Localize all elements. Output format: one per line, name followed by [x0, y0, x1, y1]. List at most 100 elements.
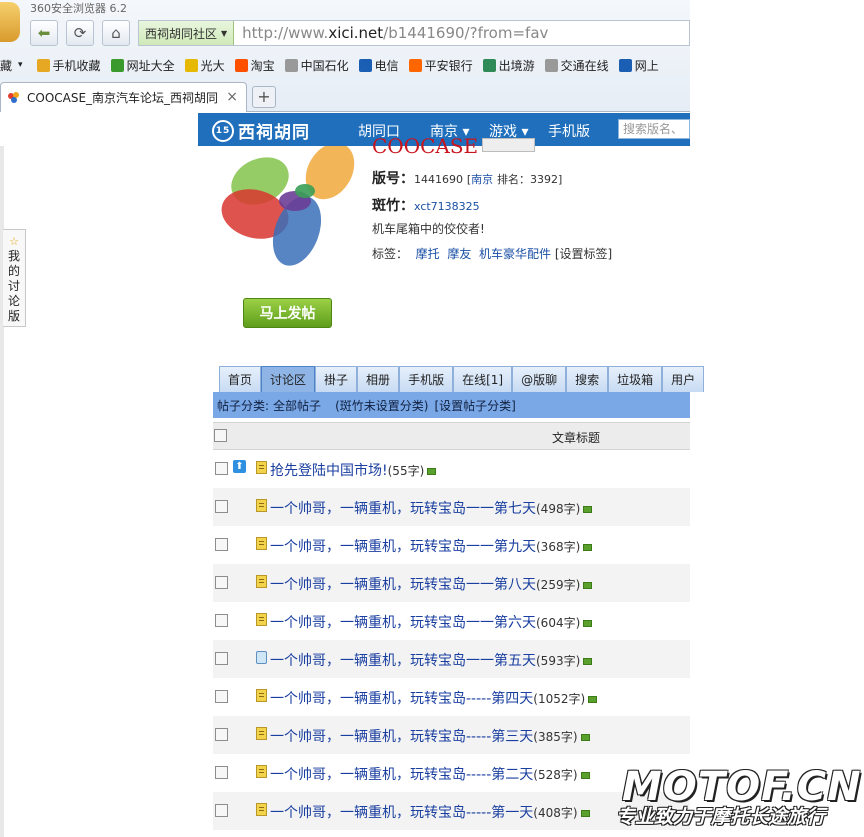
board-tab[interactable]: 垃圾箱	[608, 366, 663, 392]
bookmark-item[interactable]: 手机收藏	[36, 57, 101, 74]
post-title-line: 一个帅哥，一辆重机，玩转宝岛一一第七天(498字)	[270, 498, 593, 518]
back-arrow-icon: ⬅	[37, 24, 51, 42]
bookmark-item[interactable]: 网址大全	[110, 57, 175, 74]
home-button[interactable]: ⌂	[102, 20, 130, 46]
post-title-link[interactable]: 一个帅哥，一辆重机，玩转宝岛一一第七天	[270, 501, 536, 517]
board-tab[interactable]: @版聊	[512, 366, 567, 392]
row-checkbox[interactable]	[215, 804, 228, 817]
bookmark-item[interactable]: 光大	[184, 57, 225, 74]
select-all-checkbox[interactable]	[214, 429, 227, 442]
bookmark-item[interactable]: 交通在线	[544, 57, 609, 74]
address-site-dropdown[interactable]: 西祠胡同社区 ▼	[139, 21, 235, 45]
post-title-link[interactable]: 一个帅哥，一辆重机，玩转宝岛-----第四天	[270, 691, 533, 707]
tag-link-moto[interactable]: 摩托	[416, 247, 440, 261]
board-tab[interactable]: 搜索	[566, 366, 609, 392]
post-title-link[interactable]: 一个帅哥，一辆重机，玩转宝岛-----第二天	[270, 767, 533, 783]
site-search-input[interactable]: 搜索版名、	[618, 119, 690, 139]
watermark-sub: 专业致力于摩托长途旅行	[616, 806, 826, 828]
board-tab[interactable]: 褂子	[315, 366, 358, 392]
bookmark-label: 藏	[0, 58, 13, 73]
moderator-link[interactable]: xct7138325	[414, 200, 480, 213]
tag-link-accessories[interactable]: 机车豪华配件	[479, 247, 551, 261]
board-city-link[interactable]: 南京	[471, 173, 493, 186]
table-header: 文章标题	[213, 422, 690, 450]
user-avatar[interactable]	[0, 2, 20, 42]
bookmark-label: 电信	[374, 58, 399, 73]
bookmark-item[interactable]: 平安银行	[408, 57, 473, 74]
nav-link-mobile[interactable]: 手机版	[548, 121, 590, 141]
pinned-top-icon: ⬆	[233, 460, 246, 473]
board-tab[interactable]: 在线[1]	[453, 366, 513, 392]
table-row: 一个帅哥，一辆重机，玩转宝岛一一第八天(259字)	[213, 564, 690, 602]
post-title-line: 一个帅哥，一辆重机，玩转宝岛一一第八天(259字)	[270, 574, 593, 594]
set-category-link[interactable]: [设置帖子分类]	[434, 397, 515, 414]
compass-icon	[110, 58, 124, 72]
post-title-link[interactable]: 一个帅哥，一辆重机，玩转宝岛-----第一天	[270, 805, 533, 821]
bookmark-item[interactable]: 电信	[358, 57, 399, 74]
board-title-action[interactable]	[482, 138, 535, 152]
row-checkbox[interactable]	[215, 690, 228, 703]
board-tab[interactable]: 首页	[219, 366, 262, 392]
board-tab[interactable]: 讨论区	[261, 366, 316, 392]
bookmark-item[interactable]: 淘宝	[234, 57, 275, 74]
bookmark-item[interactable]: 网上	[618, 57, 659, 74]
board-tab[interactable]: 相册	[357, 366, 400, 392]
url-text[interactable]: http://www.xici.net/b1441690/?from=fav	[234, 24, 548, 42]
bookmark-item[interactable]: 中国石化	[284, 57, 349, 74]
my-discussion-boards-tab[interactable]: ☆ 我的讨论版	[3, 229, 26, 327]
row-checkbox[interactable]	[215, 728, 228, 741]
table-row: 一个帅哥，一辆重机，玩转宝岛-----第三天(385字)	[213, 716, 690, 754]
board-id-line: 版号：1441690 [南京 排名：3392]	[372, 171, 563, 187]
post-title-link[interactable]: 一个帅哥，一辆重机，玩转宝岛一一第五天	[270, 653, 536, 669]
browser-title: 360安全浏览器 6.2	[30, 2, 127, 15]
row-checkbox[interactable]	[215, 766, 228, 779]
back-button[interactable]: ⬅	[30, 20, 58, 46]
post-word-count: (408字)	[533, 806, 578, 820]
board-tab[interactable]: 用户	[662, 366, 705, 392]
site-logo[interactable]: 15 西祠胡同	[212, 118, 310, 143]
post-word-count: (385字)	[533, 730, 578, 744]
document-icon	[256, 689, 267, 702]
post-title-link[interactable]: 抢先登陆中国市场!	[270, 463, 388, 479]
new-post-button[interactable]: 马上发帖	[243, 298, 332, 328]
post-title-link[interactable]: 一个帅哥，一辆重机，玩转宝岛一一第九天	[270, 539, 536, 555]
row-checkbox[interactable]	[215, 462, 228, 475]
new-post-icon	[588, 695, 598, 703]
bookmark-item[interactable]: 出境游	[482, 57, 535, 74]
bookmark-item[interactable]: 藏 ▾	[0, 57, 23, 74]
document-icon	[256, 575, 267, 588]
row-checkbox[interactable]	[215, 652, 228, 665]
browser-tab-active[interactable]: COOCASE_南京汽车论坛_西祠胡同 ×	[0, 82, 247, 112]
post-word-count: (1052字)	[533, 692, 586, 706]
tag-link-riders[interactable]: 摩友	[447, 247, 471, 261]
new-tab-button[interactable]: +	[252, 86, 276, 108]
category-all-link[interactable]: 全部帖子	[273, 397, 321, 414]
row-checkbox[interactable]	[215, 614, 228, 627]
row-checkbox[interactable]	[215, 576, 228, 589]
my-discussion-label: 我的讨论版	[7, 249, 20, 323]
post-title-line: 一个帅哥，一辆重机，玩转宝岛-----第一天(408字)	[270, 802, 590, 822]
post-title-link[interactable]: 一个帅哥，一辆重机，玩转宝岛一一第八天	[270, 577, 536, 593]
bookmark-label: 网上	[634, 58, 659, 73]
post-title-line: 一个帅哥，一辆重机，玩转宝岛一一第九天(368字)	[270, 536, 593, 556]
favicon-icon	[7, 91, 21, 105]
post-title-link[interactable]: 一个帅哥，一辆重机，玩转宝岛-----第三天	[270, 729, 533, 745]
table-row: 一个帅哥，一辆重机，玩转宝岛一一第六天(604字)	[213, 602, 690, 640]
set-tags-link[interactable]: [设置标签]	[555, 247, 612, 261]
row-checkbox[interactable]	[215, 538, 228, 551]
refresh-icon: ⟳	[73, 24, 87, 42]
logo-text: 西祠胡同	[238, 123, 310, 143]
board-tab[interactable]: 手机版	[399, 366, 454, 392]
refresh-button[interactable]: ⟳	[66, 20, 94, 46]
chevron-down-icon: ▾	[18, 60, 23, 70]
document-icon	[256, 613, 267, 626]
bookmark-label: 中国石化	[300, 58, 349, 73]
pingan-icon	[408, 58, 422, 72]
post-title-link[interactable]: 一个帅哥，一辆重机，玩转宝岛一一第六天	[270, 615, 536, 631]
new-post-icon	[583, 619, 593, 627]
row-checkbox[interactable]	[215, 500, 228, 513]
board-tabs: 首页 讨论区 褂子 相册 手机版 在线[1] @版聊 搜索 垃圾箱 用户	[219, 366, 705, 392]
taobao-icon	[234, 58, 248, 72]
close-icon[interactable]: ×	[226, 89, 238, 105]
address-bar[interactable]: 西祠胡同社区 ▼ http://www.xici.net/b1441690/?f…	[138, 20, 690, 46]
